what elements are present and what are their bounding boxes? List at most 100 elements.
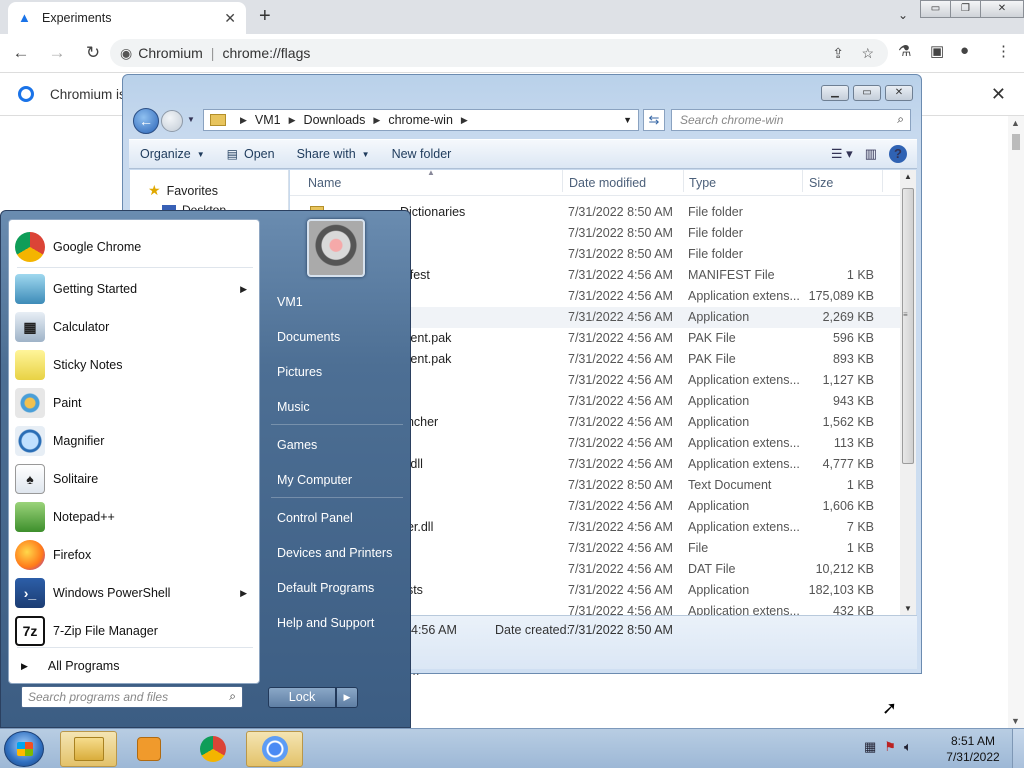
chevron-right-icon[interactable]: ▶ <box>461 115 468 126</box>
start-program-notepadpp[interactable]: Notepad++ <box>9 498 259 536</box>
start-link-documents[interactable]: Documents <box>277 330 340 344</box>
scroll-down-icon[interactable]: ▼ <box>1011 716 1020 726</box>
share-with-button[interactable]: Share with ▼ <box>286 147 381 161</box>
new-tab-button[interactable]: + <box>259 5 271 28</box>
taskbar-explorer-button[interactable] <box>60 731 117 767</box>
recent-pages-dropdown-icon[interactable]: ▼ <box>187 115 195 124</box>
column-type[interactable]: Type <box>689 176 716 190</box>
explorer-search-input[interactable]: Search chrome-win ⌕ <box>671 109 911 131</box>
start-program-7zip[interactable]: 7z 7-Zip File Manager <box>9 612 259 650</box>
bookmark-star-icon[interactable]: ☆ <box>861 45 874 62</box>
address-dropdown-icon[interactable]: ▼ <box>623 115 632 125</box>
scroll-up-icon[interactable]: ▲ <box>1011 118 1020 128</box>
new-folder-button[interactable]: New folder <box>381 147 463 161</box>
column-divider[interactable] <box>802 170 803 192</box>
taskbar-chrome-button[interactable] <box>184 731 241 767</box>
view-options-icon[interactable]: ☰ ▾ <box>831 146 853 162</box>
side-panel-icon[interactable]: ▣ <box>930 42 944 60</box>
network-icon[interactable]: ▦ <box>864 739 876 755</box>
start-link-vm1[interactable]: VM1 <box>277 295 303 309</box>
user-picture[interactable] <box>307 219 365 277</box>
volume-icon[interactable]: 🔈︎ <box>904 739 912 755</box>
start-link-default-programs[interactable]: Default Programs <box>277 581 374 595</box>
reload-icon[interactable]: ↻ <box>78 43 108 63</box>
start-search-input[interactable]: Search programs and files ⌕ <box>21 686 243 708</box>
show-desktop-button[interactable] <box>1012 729 1024 768</box>
breadcrumb-downloads[interactable]: Downloads <box>304 113 366 127</box>
minimize-button[interactable]: ▭ <box>920 0 951 18</box>
forward-arrow-icon[interactable]: → <box>42 43 72 63</box>
explorer-minimize-button[interactable]: ▁ <box>821 85 849 101</box>
start-program-sticky-notes[interactable]: Sticky Notes <box>9 346 259 384</box>
profile-avatar-icon[interactable]: ● <box>960 42 969 59</box>
column-divider[interactable] <box>683 170 684 192</box>
chevron-right-icon[interactable]: ▶ <box>373 115 380 126</box>
preview-pane-icon[interactable]: ▥ <box>865 146 877 162</box>
restore-button[interactable]: ❐ <box>950 0 981 18</box>
explorer-maximize-button[interactable]: ▭ <box>853 85 881 101</box>
scroll-down-icon[interactable]: ▼ <box>904 604 912 613</box>
help-icon[interactable]: ? <box>889 145 907 163</box>
explorer-address-bar[interactable]: ▶ VM1 ▶ Downloads ▶ chrome-win ▶ ▼ <box>203 109 639 131</box>
tab-close-icon[interactable]: ✕ <box>224 10 236 27</box>
file-list-scrollbar[interactable]: ▲ ≡ ▼ <box>900 170 916 615</box>
start-link-control-panel[interactable]: Control Panel <box>277 511 353 525</box>
chevron-right-icon[interactable]: ▶ <box>240 115 247 126</box>
column-divider[interactable] <box>882 170 883 192</box>
start-link-help-and-support[interactable]: Help and Support <box>277 616 374 630</box>
column-size[interactable]: Size <box>809 176 833 190</box>
start-program-calculator[interactable]: ▦ Calculator <box>9 308 259 346</box>
start-program-solitaire[interactable]: ♠ Solitaire <box>9 460 259 498</box>
start-button[interactable] <box>4 731 44 767</box>
site-info-icon[interactable]: ◉ <box>120 45 132 62</box>
menu-kebab-icon[interactable]: ⋮ <box>996 42 1011 60</box>
url-text[interactable]: chrome://flags <box>222 45 310 61</box>
explorer-back-button[interactable]: ← <box>133 108 159 134</box>
start-link-my-computer[interactable]: My Computer <box>277 473 352 487</box>
start-program-magnifier[interactable]: Magnifier <box>9 422 259 460</box>
start-program-chrome[interactable]: Google Chrome <box>9 228 259 266</box>
back-arrow-icon[interactable]: ← <box>6 43 36 63</box>
share-icon[interactable]: ⇪ <box>832 45 844 62</box>
clock-date: 7/31/2022 <box>946 750 1000 764</box>
start-link-devices-and-printers[interactable]: Devices and Printers <box>277 546 392 560</box>
taskbar-chromium-button[interactable] <box>246 731 303 767</box>
breadcrumb-chrome-win[interactable]: chrome-win <box>388 113 453 127</box>
tab-search-icon[interactable]: ⌄ <box>898 8 908 22</box>
lock-button[interactable]: Lock <box>268 687 336 708</box>
explorer-forward-button[interactable] <box>161 110 183 132</box>
chevron-right-icon[interactable]: ▶ <box>289 115 296 126</box>
scroll-thumb[interactable] <box>1012 134 1020 150</box>
shutdown-options-icon[interactable]: ▶ <box>336 687 358 708</box>
all-programs-button[interactable]: ▶ All Programs <box>21 659 119 673</box>
start-program-getting-started[interactable]: Getting Started ▶ <box>9 270 259 308</box>
infobar-close-icon[interactable]: ✕ <box>991 84 1006 105</box>
calculator-icon: ▦ <box>15 312 45 342</box>
explorer-close-button[interactable]: ✕ <box>885 85 913 101</box>
clock[interactable]: 8:51 AM 7/31/2022 <box>936 733 1010 765</box>
flask-toolbar-icon[interactable]: ⚗ <box>898 42 911 60</box>
scroll-thumb[interactable] <box>902 188 914 464</box>
start-link-music[interactable]: Music <box>277 400 310 414</box>
close-button[interactable]: ✕ <box>980 0 1024 18</box>
action-center-flag-icon[interactable]: ⚑ <box>884 739 896 755</box>
start-program-powershell[interactable]: ›_ Windows PowerShell ▶ <box>9 574 259 612</box>
open-button[interactable]: ▤ Open <box>216 147 286 161</box>
file-size: 893 KB <box>832 352 874 366</box>
taskbar-media-player-button[interactable] <box>120 731 177 767</box>
start-link-pictures[interactable]: Pictures <box>277 365 322 379</box>
page-scrollbar[interactable]: ▲ ▼ <box>1008 116 1024 728</box>
column-date-modified[interactable]: Date modified <box>569 176 646 190</box>
organize-button[interactable]: Organize ▼ <box>129 147 216 161</box>
column-name[interactable]: Name <box>308 176 341 190</box>
start-program-firefox[interactable]: Firefox <box>9 536 259 574</box>
scroll-up-icon[interactable]: ▲ <box>904 172 912 181</box>
tab-experiments[interactable]: ▲ Experiments ✕ <box>8 2 246 34</box>
address-bar[interactable]: ◉ Chromium | chrome://flags ⇪ ☆ <box>110 39 888 67</box>
breadcrumb-vm1[interactable]: VM1 <box>255 113 281 127</box>
start-program-paint[interactable]: Paint <box>9 384 259 422</box>
start-link-games[interactable]: Games <box>277 438 317 452</box>
nav-item-favorites[interactable]: ★ Favorites <box>148 182 218 199</box>
column-divider[interactable] <box>562 170 563 192</box>
refresh-icon[interactable]: ⇆ <box>643 109 665 131</box>
